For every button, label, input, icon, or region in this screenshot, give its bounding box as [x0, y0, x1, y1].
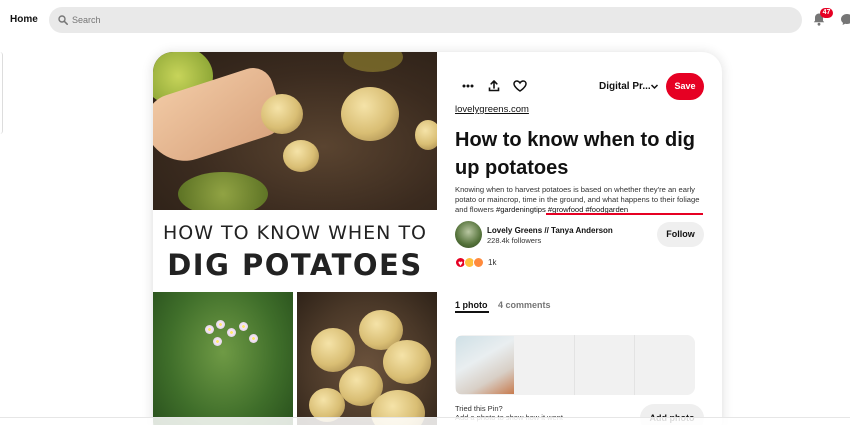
chat-icon[interactable] [840, 13, 850, 26]
tried-title: Tried this Pin? [455, 404, 503, 413]
notification-badge: 47 [820, 8, 833, 18]
active-tab-indicator [455, 311, 489, 313]
pin-card: HOW TO KNOW WHEN TO DIG POTATOES Digital… [153, 52, 722, 425]
image-text-line1: HOW TO KNOW WHEN TO [162, 222, 427, 244]
left-edge-tab [0, 52, 3, 134]
reaction-count: 1k [488, 257, 497, 267]
hashtag-underline [546, 213, 703, 215]
tried-photo-thumbnail[interactable] [456, 336, 514, 394]
pin-image[interactable]: HOW TO KNOW WHEN TO DIG POTATOES [153, 52, 437, 425]
bottom-edge [0, 417, 850, 425]
author-name[interactable]: Lovely Greens // Tanya Anderson [487, 226, 613, 235]
source-link[interactable]: lovelygreens.com [455, 104, 529, 115]
heart-icon[interactable] [511, 77, 529, 95]
potato-flower-photo [153, 292, 293, 425]
thumb-divider [634, 335, 635, 395]
thumb-divider [574, 335, 575, 395]
pin-image-text: HOW TO KNOW WHEN TO DIG POTATOES [153, 210, 437, 292]
potato-harvest-photo [153, 52, 437, 216]
home-link[interactable]: Home [10, 14, 38, 25]
surprise-reaction-icon [473, 256, 484, 268]
search-placeholder: Search [72, 15, 101, 25]
pin-title: How to know when to dig up potatoes [455, 129, 695, 179]
follow-button[interactable]: Follow [657, 222, 704, 247]
search-icon [58, 15, 68, 25]
save-button[interactable]: Save [666, 73, 704, 100]
top-nav-bar: Home Search 47 [0, 0, 850, 40]
tried-photos-strip [455, 335, 695, 395]
pin-details-panel: Digital Pr... Save lovelygreens.com How … [437, 52, 722, 425]
chevron-down-icon[interactable] [650, 82, 659, 91]
reactions[interactable]: ♥ 1k [455, 256, 496, 268]
share-icon[interactable] [485, 77, 503, 95]
author-followers: 228.4k followers [487, 236, 542, 245]
dug-potatoes-photo [297, 292, 437, 425]
board-selector[interactable]: Digital Pr... [599, 81, 651, 92]
avatar[interactable] [455, 221, 482, 248]
search-bar[interactable]: Search [49, 7, 802, 33]
image-text-line2: DIG POTATOES [167, 248, 423, 282]
more-options-icon[interactable] [459, 77, 477, 95]
tab-comments[interactable]: 4 comments [498, 300, 551, 310]
pin-description: Knowing when to harvest potatoes is base… [455, 185, 705, 215]
tab-photos[interactable]: 1 photo [455, 300, 488, 310]
